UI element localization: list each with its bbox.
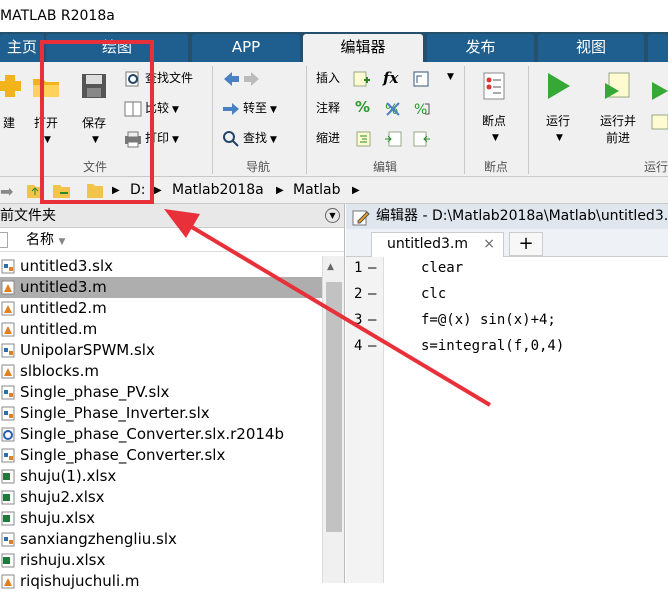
annotation-overlay [40,40,492,407]
annotation-arrowhead [164,209,200,238]
highlight-box [40,40,154,204]
annotation-arrow [178,218,492,407]
